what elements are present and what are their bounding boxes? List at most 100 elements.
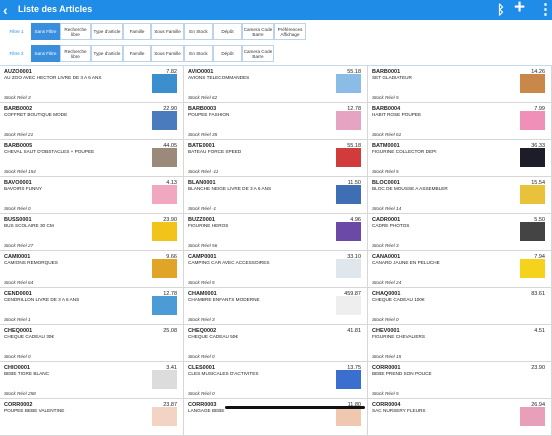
article-name: CENDRILLON LIVRE DE 3 A 6 ANS	[4, 297, 80, 302]
article-stock: Stock Réel 1	[4, 317, 31, 322]
article-thumbnail	[520, 333, 545, 352]
article-name: FIGURINE CHEVALIERS	[372, 334, 426, 339]
filter-2-type-article[interactable]: Type d'article	[91, 45, 123, 62]
article-thumbnail	[152, 259, 177, 278]
article-cell[interactable]: BARB0003 12.78 POUPEE FASHION Stock Réel 35	[184, 103, 368, 140]
filter-2-sans-filtre[interactable]: Sans Filtre	[31, 45, 60, 62]
article-stock: Stock Réel 0	[4, 206, 31, 211]
filter-1-recherche-libre[interactable]: Recherche libre	[60, 23, 91, 40]
article-name: CLES MUSICALES D'ACTIVITES	[188, 371, 259, 376]
home-indicator-area	[0, 400, 552, 414]
article-name: AU ZOO AVEC HECTOR LIVRE DE 3 A 6 ANS	[4, 75, 102, 80]
filter-2-recherche-libre[interactable]: Recherche libre	[60, 45, 91, 62]
article-name: POUPEE FASHION	[188, 112, 230, 117]
article-thumbnail	[336, 333, 361, 352]
article-cell[interactable]: CANA0001 7.94 CANARD JAUNE EN PELUCHE Stock…	[368, 251, 552, 288]
article-cell[interactable]: CADR0001 5.50 CADRE PHOTOS Stock Réel 3	[368, 214, 552, 251]
article-name: BEBE PREND SON POUCE	[372, 371, 432, 376]
article-cell[interactable]: AVIO0001 55.18 AVIONS TELECOMMANDES Stock R…	[184, 66, 368, 103]
filter-1-sous-famille[interactable]: Sous Famille	[151, 23, 184, 40]
article-thumbnail	[520, 74, 545, 93]
article-cell[interactable]: BUSS0001 23.90 BUS SCOLAIRE 30 CM Stock Rée…	[0, 214, 184, 251]
article-name: CAMIONS REMORQUES	[4, 260, 58, 265]
article-stock: Stock Réel 5	[188, 280, 215, 285]
article-cell[interactable]: CHEQ0002 41.81 CHEQUE CADEAU 50€ Stock Réel…	[184, 325, 368, 362]
article-thumbnail	[520, 222, 545, 241]
filter-2-en-stock[interactable]: En Stock	[184, 45, 213, 62]
article-thumbnail	[336, 74, 361, 93]
filter-1-famille[interactable]: Famille	[123, 23, 151, 40]
filter-1-depot[interactable]: Dépôt	[213, 23, 242, 40]
article-cell[interactable]: BARB0004 7.99 HABIT ROSE POUPEE Stock Réel …	[368, 103, 552, 140]
filter-2-famille[interactable]: Famille	[123, 45, 151, 62]
article-name: BEBE TIGRE BLANC	[4, 371, 49, 376]
article-stock: Stock Réel 61	[372, 132, 402, 137]
article-cell[interactable]: BATE0001 55.18 BATEAU FORCE SPEED Stock Rée…	[184, 140, 368, 177]
filter-1-en-stock[interactable]: En Stock	[184, 23, 213, 40]
article-thumbnail	[152, 111, 177, 130]
article-thumbnail	[336, 148, 361, 167]
article-cell[interactable]: BARB0002 22.90 COFFRET BOUTIQUE MODE Stock …	[0, 103, 184, 140]
article-name: SET GLADIATEUR	[372, 75, 412, 80]
article-cell[interactable]: AUZO0001 7.82 AU ZOO AVEC HECTOR LIVRE DE …	[0, 66, 184, 103]
filter-1-sans-filtre[interactable]: Sans Filtre	[31, 23, 60, 40]
article-cell[interactable]: CLES0001 13.75 CLES MUSICALES D'ACTIVITES S…	[184, 362, 368, 399]
article-stock: Stock Réel 14	[372, 206, 402, 211]
article-cell[interactable]: BAVO0001 4.13 BAVOIRS FUNNY Stock Réel 0	[0, 177, 184, 214]
article-stock: Stock Réel 5	[372, 391, 399, 396]
article-cell[interactable]: CEND0001 12.78 CENDRILLON LIVRE DE 3 A 6 A…	[0, 288, 184, 325]
filter-1-camera-code-barre[interactable]: Camera Code Barre	[242, 23, 274, 40]
article-thumbnail	[520, 148, 545, 167]
filter-1-preferences-affichage[interactable]: Préférences Affichage	[274, 23, 306, 40]
article-thumbnail	[152, 185, 177, 204]
article-stock: Stock Réel 3	[188, 317, 215, 322]
article-name: FIGURINE COLLECTOR DEPI	[372, 149, 437, 154]
article-thumbnail	[152, 222, 177, 241]
article-cell[interactable]: CHEV0001 4.51 FIGURINE CHEVALIERS Stock Rée…	[368, 325, 552, 362]
article-name: CHEVAL SAUT D'OBSTACLES + POUPEE	[4, 149, 95, 154]
article-stock: Stock Réel 3	[372, 243, 399, 248]
article-name: CAMPING CAR AVEC ACCESSOIRES	[188, 260, 270, 265]
filter-2-sous-famille[interactable]: Sous Famille	[151, 45, 184, 62]
add-icon[interactable]: +	[514, 0, 525, 17]
article-thumbnail	[520, 370, 545, 389]
article-cell[interactable]: BARB0001 14.26 SET GLADIATEUR Stock Réel 5	[368, 66, 552, 103]
article-stock: Stock Réel -11	[188, 169, 219, 174]
article-name: CADRE PHOTOS	[372, 223, 410, 228]
article-cell[interactable]: BUZZ0001 4.96 FIGURINE HEROS Stock Réel 56	[184, 214, 368, 251]
article-cell[interactable]: CHAQ0001 83.61 CHEQUE CADEAU 100€ Stock Rée…	[368, 288, 552, 325]
article-thumbnail	[520, 296, 545, 315]
article-stock: Stock Réel 5	[372, 169, 399, 174]
article-name: BUS SCOLAIRE 30 CM	[4, 223, 54, 228]
article-cell[interactable]: CHEQ0001 25.08 CHEQUE CADEAU 30€ Stock Réel…	[0, 325, 184, 362]
article-stock: Stock Réel 3	[4, 95, 31, 100]
article-thumbnail	[336, 185, 361, 204]
article-thumbnail	[336, 222, 361, 241]
filter-2-depot[interactable]: Dépôt	[213, 45, 242, 62]
article-cell[interactable]: CHAM0001 459.87 CHAMBRE ENFANTS MODERNE Sto…	[184, 288, 368, 325]
more-options-icon[interactable]: ⋮	[538, 1, 552, 19]
article-cell[interactable]: BATM0001 36.33 FIGURINE COLLECTOR DEPI Stoc…	[368, 140, 552, 177]
filter-2-camera-code-barre[interactable]: Camera Code Barre	[242, 45, 274, 62]
article-cell[interactable]: BLAN0001 11.50 BLANCHE NEIGE LIVRE DE 3 A …	[184, 177, 368, 214]
home-indicator[interactable]	[225, 406, 365, 409]
article-cell[interactable]: CORR0001 23.90 BEBE PREND SON POUCE Stock R…	[368, 362, 552, 399]
bluetooth-icon[interactable]: ᛒ	[497, 1, 505, 19]
article-name: AVIONS TELECOMMANDES	[188, 75, 250, 80]
article-stock: Stock Réel 0	[372, 317, 399, 322]
article-name: BLOC DE MOUSSE A ASSEMBLER	[372, 186, 448, 191]
article-stock: Stock Réel 154	[4, 169, 36, 174]
article-thumbnail	[520, 185, 545, 204]
article-name: FIGURINE HEROS	[188, 223, 229, 228]
filter-1-type-article[interactable]: Type d'article	[91, 23, 123, 40]
article-cell[interactable]: CAMP0001 33.10 CAMPING CAR AVEC ACCESSOIRE…	[184, 251, 368, 288]
article-cell[interactable]: BLOC0001 15.54 BLOC DE MOUSSE A ASSEMBLER S…	[368, 177, 552, 214]
article-stock: Stock Réel 62	[188, 95, 218, 100]
back-icon[interactable]: ‹	[3, 2, 8, 18]
article-cell[interactable]: CAMI0001 9.66 CAMIONS REMORQUES Stock Réel …	[0, 251, 184, 288]
filter-1-label: Filtre 1	[2, 23, 31, 40]
article-thumbnail	[152, 74, 177, 93]
article-cell[interactable]: BARB0005 44.05 CHEVAL SAUT D'OBSTACLES + P…	[0, 140, 184, 177]
article-stock: Stock Réel 0	[188, 391, 215, 396]
article-cell[interactable]: CHIO0001 3.41 BEBE TIGRE BLANC Stock Réel 2…	[0, 362, 184, 399]
